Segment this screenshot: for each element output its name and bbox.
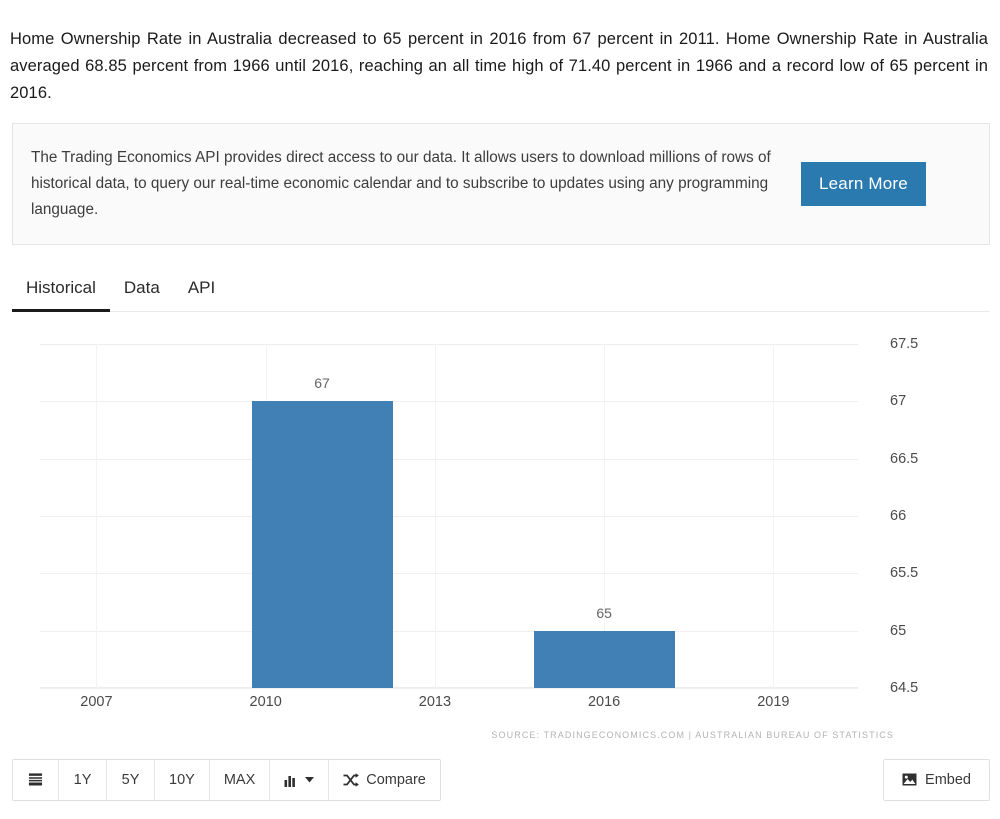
y-axis-tick-label: 67.5 <box>890 336 919 352</box>
y-gridline <box>40 458 858 460</box>
api-promo-banner: The Trading Economics API provides direc… <box>12 123 990 245</box>
y-axis-tick-label: 65 <box>890 622 907 639</box>
chart-toolbar: 1Y 5Y 10Y MAX Compare Embed <box>12 758 990 801</box>
range-max-button[interactable]: MAX <box>209 759 271 800</box>
x-axis-tick-label: 2016 <box>587 694 621 710</box>
tab-bar: Historical Data API <box>12 265 990 312</box>
compare-button[interactable]: Compare <box>329 759 440 800</box>
y-gridline <box>40 688 858 689</box>
list-icon <box>28 772 43 787</box>
y-axis-labels: 67.5 67 66.5 66 65.5 65 64.5 <box>862 336 990 696</box>
embed-button[interactable]: Embed <box>883 758 990 801</box>
learn-more-button[interactable]: Learn More <box>801 162 926 206</box>
y-axis-tick-label: 64.5 <box>890 680 919 696</box>
y-axis-tick-label: 67 <box>890 393 907 410</box>
tab-api[interactable]: API <box>174 278 229 311</box>
y-gridline <box>40 630 858 632</box>
chart-source-attribution: SOURCE: TRADINGECONOMICS.COM | AUSTRALIA… <box>491 730 894 740</box>
x-gridline <box>773 344 775 688</box>
shuffle-icon <box>343 772 360 787</box>
x-gridline <box>434 344 436 688</box>
y-axis-tick-label: 66 <box>890 508 907 524</box>
y-axis-tick-label: 65.5 <box>890 565 919 582</box>
x-axis-tick-label: 2013 <box>418 694 452 710</box>
range-5y-button[interactable]: 5Y <box>107 759 155 800</box>
x-axis-tick-label: 2010 <box>249 694 282 710</box>
x-axis-labels: 2007 2010 2013 2016 2019 <box>40 694 858 718</box>
x-gridline <box>96 344 98 688</box>
chart-type-dropdown-button[interactable] <box>270 759 330 800</box>
x-axis-tick-label: 2019 <box>757 694 790 710</box>
y-gridline <box>40 516 858 517</box>
compare-label: Compare <box>366 771 426 788</box>
tab-data[interactable]: Data <box>110 278 174 311</box>
range-1y-button[interactable]: 1Y <box>59 759 107 800</box>
y-axis-tick-label: 66.5 <box>890 450 919 467</box>
tab-historical[interactable]: Historical <box>12 278 110 312</box>
x-axis-tick-label: 2007 <box>80 694 113 710</box>
table-view-button[interactable] <box>13 759 59 800</box>
bar-value-label: 67 <box>314 375 330 392</box>
image-icon <box>902 773 917 786</box>
chevron-down-icon <box>305 776 315 783</box>
y-gridline <box>40 401 858 403</box>
chart-container[interactable]: 67 65 67.5 67 66.5 66 65.5 65 64.5 2007 2010 2013… <box>12 326 990 740</box>
range-10y-button[interactable]: 10Y <box>155 759 210 800</box>
y-gridline <box>40 344 858 345</box>
api-promo-text: The Trading Economics API provides direc… <box>31 149 771 218</box>
intro-paragraph: Home Ownership Rate in Australia decreas… <box>10 29 988 102</box>
chart-bar[interactable] <box>533 630 675 688</box>
bar-value-label: 65 <box>596 604 612 621</box>
embed-label: Embed <box>925 771 971 788</box>
chart-plot-area[interactable]: 67 65 <box>40 344 858 689</box>
bar-chart-icon <box>284 773 298 787</box>
y-gridline <box>40 573 858 575</box>
chart-bar[interactable] <box>251 401 393 688</box>
chart-controls-group: 1Y 5Y 10Y MAX Compare <box>12 758 441 801</box>
